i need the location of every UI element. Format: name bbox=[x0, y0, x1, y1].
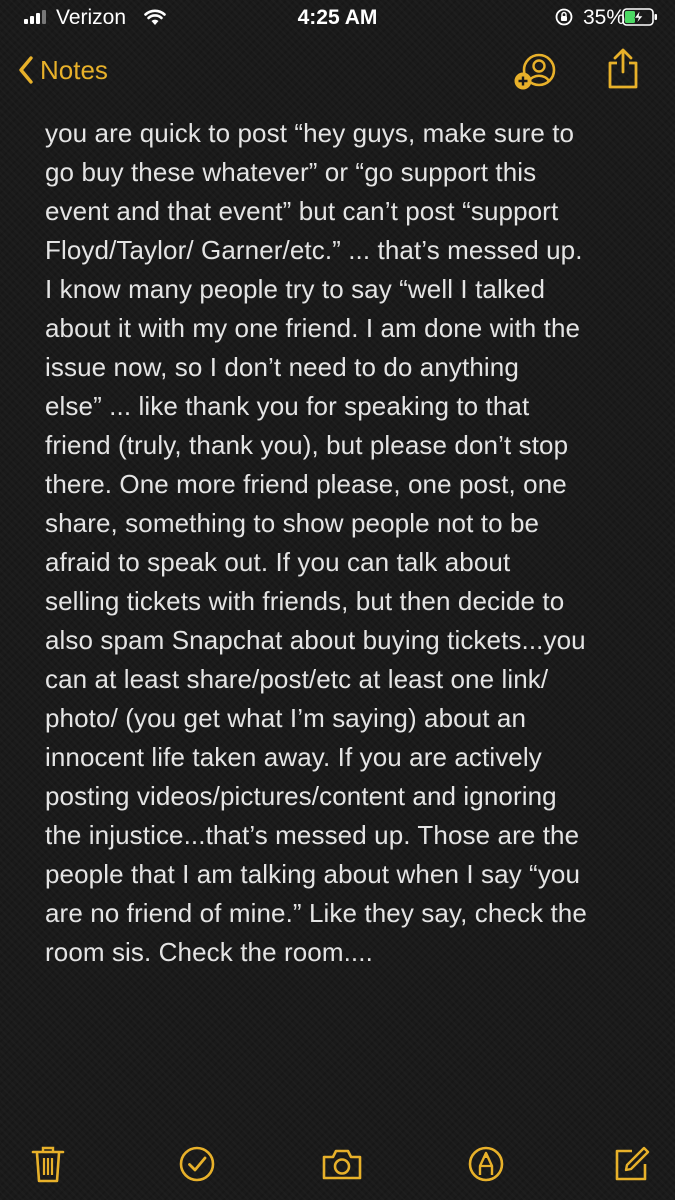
note-line: else” ... like thank you for speaking to… bbox=[45, 391, 530, 421]
note-line: go buy these whatever” or “go support th… bbox=[45, 157, 537, 187]
checklist-icon[interactable] bbox=[177, 1144, 217, 1184]
note-line: also spam Snapchat about buying tickets.… bbox=[45, 625, 586, 655]
note-line: the injustice...that’s messed up. Those … bbox=[45, 820, 580, 850]
note-line: you are quick to post “hey guys, make su… bbox=[45, 118, 575, 148]
trash-icon[interactable] bbox=[28, 1144, 68, 1184]
markup-icon[interactable] bbox=[466, 1144, 506, 1184]
chevron-left-icon bbox=[19, 56, 33, 84]
note-line: issue now, so I don’t need to do anythin… bbox=[45, 352, 519, 382]
bottom-toolbar bbox=[0, 1140, 675, 1190]
back-to-notes-button[interactable]: Notes bbox=[18, 50, 108, 90]
note-line: posting videos/pictures/content and igno… bbox=[45, 781, 557, 811]
rotation-lock-icon bbox=[555, 8, 573, 26]
camera-icon[interactable] bbox=[320, 1144, 364, 1184]
note-line: there. One more friend please, one post,… bbox=[45, 469, 567, 499]
navigation-bar: Notes bbox=[0, 40, 675, 100]
note-line: can at least share/post/etc at least one… bbox=[45, 664, 549, 694]
note-line: innocent life taken away. If you are act… bbox=[45, 742, 542, 772]
compose-icon[interactable] bbox=[612, 1144, 652, 1184]
note-line: about it with my one friend. I am done w… bbox=[45, 313, 581, 343]
note-line: share, something to show people not to b… bbox=[45, 508, 540, 538]
add-person-icon[interactable] bbox=[513, 52, 559, 92]
note-line: I know many people try to say “well I ta… bbox=[45, 274, 546, 304]
note-line: afraid to speak out. If you can talk abo… bbox=[45, 547, 511, 577]
note-line: photo/ (you get what I’m saying) about a… bbox=[45, 703, 527, 733]
note-line: friend (truly, thank you), but please do… bbox=[45, 430, 569, 460]
note-line: Floyd/Taylor/ Garner/etc.” ... that’s me… bbox=[45, 235, 583, 265]
battery-percentage: 35% bbox=[583, 6, 626, 29]
note-text-body[interactable]: you are quick to post “hey guys, make su… bbox=[45, 114, 645, 972]
back-button-label: Notes bbox=[40, 54, 108, 85]
status-time: 4:25 AM bbox=[297, 6, 378, 29]
note-line: room sis. Check the room.... bbox=[45, 937, 373, 967]
note-line: selling tickets with friends, but then d… bbox=[45, 586, 565, 616]
note-line: people that I am talking about when I sa… bbox=[45, 859, 581, 889]
note-line: are no friend of mine.” Like they say, c… bbox=[45, 898, 587, 928]
note-line: event and that event” but can’t post “su… bbox=[45, 196, 559, 226]
battery-charging-icon bbox=[622, 8, 657, 26]
share-icon[interactable] bbox=[606, 48, 640, 90]
status-bar: Verizon 4:25 AM 35% bbox=[0, 0, 675, 36]
